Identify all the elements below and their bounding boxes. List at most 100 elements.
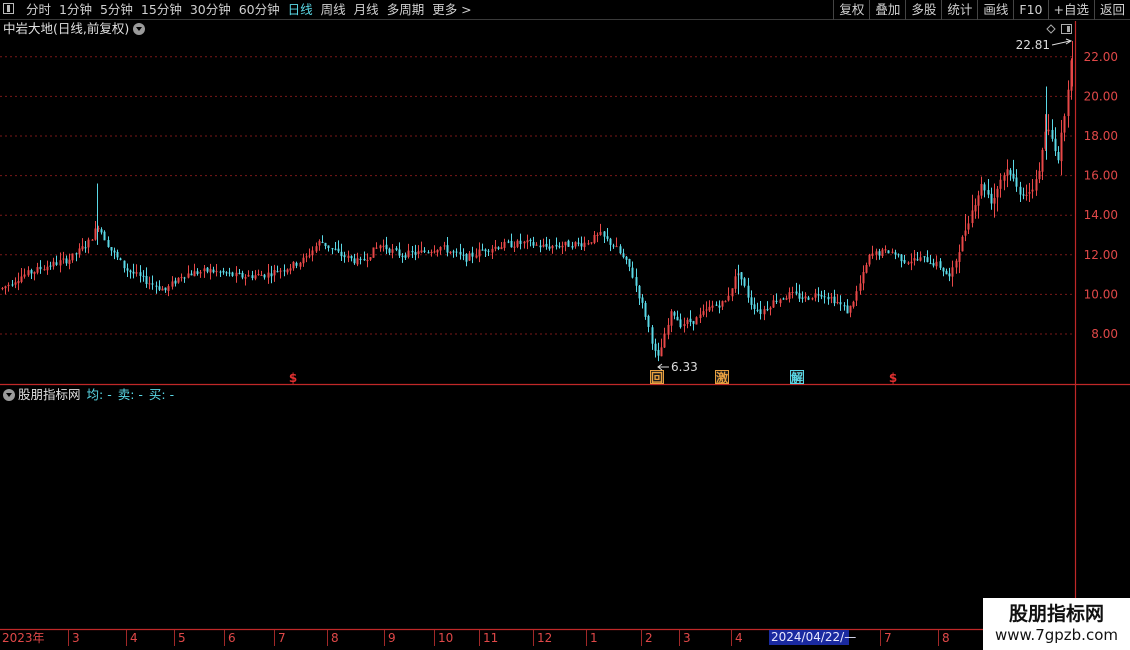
tab-period[interactable]: 5分钟 (96, 0, 137, 20)
period-tabs: 分时 1分钟 5分钟 15分钟 30分钟 60分钟 日线 周线 月线 多周期 更… (22, 0, 476, 20)
candle-body (647, 315, 650, 327)
candle-body (999, 179, 1002, 189)
candle-body (823, 296, 826, 298)
tool-button[interactable]: 画线 (977, 0, 1013, 20)
diamond-icon[interactable] (1046, 24, 1056, 34)
candle-body (311, 250, 314, 256)
candle-body (727, 295, 730, 301)
candle-body (27, 270, 30, 276)
candle-body (436, 250, 439, 253)
candle-body (775, 300, 778, 303)
tab-period[interactable]: 多周期 (383, 0, 429, 20)
candle-body (644, 302, 647, 317)
candle-body (907, 262, 910, 264)
window-toggle-icon[interactable] (3, 3, 14, 14)
candle-body (548, 246, 551, 249)
candle-body (462, 254, 465, 256)
tool-button[interactable]: F10 (1013, 0, 1047, 20)
candle-body (955, 260, 958, 268)
watermark: 股朋指标网 www.7gpzb.com (983, 598, 1130, 650)
signal-marker: 解 (791, 370, 803, 385)
candle-body (561, 245, 564, 248)
indicator-title[interactable]: 股朋指标网 均: - 卖: - 买: - (3, 387, 174, 403)
candle-body (756, 309, 759, 311)
signal-marker: $ (889, 371, 897, 385)
candle-body (555, 244, 558, 247)
candle-body (788, 292, 791, 299)
candle-body (33, 272, 36, 274)
candle-body (222, 270, 225, 273)
tab-period[interactable]: 60分钟 (235, 0, 284, 20)
candle-body (103, 231, 106, 241)
candle-body (347, 255, 350, 258)
tool-button[interactable]: 返回 (1093, 0, 1130, 20)
tool-button[interactable]: 统计 (941, 0, 977, 20)
dropdown-circle-icon[interactable] (3, 389, 15, 401)
candle-body (331, 248, 334, 250)
candle-body (679, 319, 682, 328)
tool-button[interactable]: +自选 (1047, 0, 1094, 20)
candle-body (721, 301, 724, 307)
candle-body (983, 184, 986, 191)
kline-chart-svg[interactable]: 22.0020.0018.0016.0014.0012.0010.008.00 … (0, 0, 1130, 650)
date-tick-label: 1 (590, 631, 598, 645)
candle-body (241, 272, 244, 278)
candle-body (177, 277, 180, 283)
candle-body (199, 272, 202, 274)
candle-body (158, 286, 161, 290)
candle-body (455, 251, 458, 253)
candle-body (811, 298, 814, 300)
candle-body (606, 236, 609, 239)
tab-period[interactable]: 30分钟 (186, 0, 235, 20)
candle-body (318, 241, 321, 246)
tab-period[interactable]: 1分钟 (55, 0, 96, 20)
candle-body (1035, 179, 1038, 191)
candle-body (283, 270, 286, 272)
price-gridlines (0, 56, 1075, 335)
candle-body (532, 242, 535, 246)
candle-body (228, 272, 231, 274)
candle-body (795, 291, 798, 294)
tool-button[interactable]: 复权 (833, 0, 869, 20)
candle-body (471, 252, 474, 257)
candle-body (804, 296, 807, 299)
candle-body (1006, 169, 1009, 176)
tab-period[interactable]: 周线 (317, 0, 350, 20)
candle-body (791, 292, 794, 294)
candle-body (1028, 192, 1031, 194)
date-tick-label: 3 (683, 631, 691, 645)
high-price-label: 22.81 (1016, 38, 1050, 52)
candle-body (1009, 170, 1012, 175)
candle-body (196, 271, 199, 274)
candle-body (686, 319, 689, 324)
candle-body (830, 297, 833, 299)
candle-body (660, 347, 663, 357)
candle-body (238, 272, 241, 274)
tab-period[interactable]: 月线 (350, 0, 383, 20)
candle-body (948, 273, 951, 277)
candle-body (852, 301, 855, 307)
candle-body (343, 255, 346, 258)
candle-body (622, 253, 625, 258)
price-tick-label: 16.00 (1084, 169, 1118, 183)
candle-body (478, 249, 481, 257)
candle-body (433, 251, 436, 253)
date-tick-label: 5 (178, 631, 186, 645)
tool-button[interactable]: 叠加 (869, 0, 905, 20)
tab-period[interactable]: 分时 (22, 0, 55, 20)
tab-period[interactable]: 15分钟 (137, 0, 186, 20)
candle-body (43, 269, 46, 271)
main-chart-title[interactable]: 中岩大地(日线,前复权) (3, 21, 146, 37)
candle-body (1019, 186, 1022, 195)
tab-period[interactable]: 日线 (284, 0, 317, 20)
dropdown-circle-icon[interactable] (133, 23, 146, 35)
candle-body (539, 245, 542, 248)
tab-period[interactable]: 更多 > (428, 0, 475, 20)
candle-body (977, 195, 980, 206)
candle-body (139, 272, 142, 276)
price-tick-label: 22.00 (1084, 50, 1118, 64)
candle-body (939, 261, 942, 268)
candle-body (724, 301, 727, 303)
low-price-label: 6.33 (671, 360, 698, 374)
tool-button[interactable]: 多股 (905, 0, 941, 20)
